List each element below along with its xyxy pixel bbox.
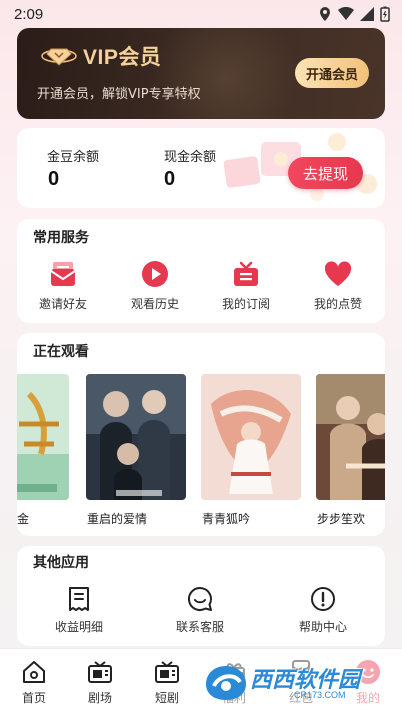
tab-theater[interactable]: 剧场: [72, 659, 128, 706]
play-icon: [142, 261, 168, 287]
vip-diamond-icon: [41, 48, 77, 66]
now-watching: 正在观看 金 重启的爱情 青青狐吟 步步笙欢: [17, 333, 385, 536]
app-label: 联系客服: [175, 620, 224, 634]
app-label: 收益明细: [54, 620, 103, 634]
app-earnings-detail[interactable]: 收益明细: [34, 585, 124, 635]
status-icons: [318, 6, 390, 22]
poster-title: 重启的爱情: [87, 512, 148, 526]
envelope-icon: [50, 262, 76, 286]
tab-label: 短剧: [154, 691, 179, 705]
vip-description: 开通会员，解锁VIP专享特权: [37, 87, 201, 102]
status-time: 2:09: [14, 5, 44, 23]
app-label: 帮助中心: [298, 620, 347, 634]
service-label: 观看历史: [130, 297, 179, 311]
poster-item[interactable]: 青青狐吟: [201, 374, 301, 527]
service-my-subscriptions[interactable]: 我的订阅: [206, 259, 286, 312]
gold-balance-label: 金豆余额: [47, 150, 100, 165]
poster-image: [17, 374, 69, 500]
cash-balance-label: 现金余额: [164, 150, 217, 165]
service-label: 我的点赞: [313, 297, 362, 311]
service-invite-friends[interactable]: 邀请好友: [23, 259, 103, 312]
help-icon: [311, 587, 335, 611]
poster-item[interactable]: 金: [17, 374, 69, 527]
open-vip-button[interactable]: 开通会员: [295, 58, 369, 88]
poster-title: 青青狐吟: [202, 512, 251, 526]
signal-icon: [360, 7, 374, 21]
cash-balance-value: 0: [164, 168, 176, 190]
tab-short-drama[interactable]: 短剧: [139, 659, 195, 706]
poster-image: [201, 374, 301, 500]
section-title: 其他应用: [33, 555, 89, 571]
balance-card: 金豆余额 0 现金余额 0 去提现: [17, 128, 385, 208]
poster-image: [316, 374, 385, 500]
chat-icon: [188, 586, 212, 611]
status-bar: 2:09: [0, 0, 402, 28]
withdraw-button[interactable]: 去提现: [288, 157, 363, 189]
service-label: 我的订阅: [221, 297, 270, 311]
tab-label: 剧场: [87, 691, 112, 705]
poster-row[interactable]: 金 重启的爱情 青青狐吟 步步笙欢: [17, 374, 385, 534]
poster-item[interactable]: 重启的爱情: [86, 374, 186, 527]
service-my-likes[interactable]: 我的点赞: [298, 259, 378, 312]
section-title: 正在观看: [33, 344, 89, 360]
vip-banner[interactable]: VIP会员 开通会员，解锁VIP专享特权 开通会员: [17, 28, 385, 119]
poster-title: 步步笙欢: [317, 512, 366, 526]
gold-balance-value: 0: [48, 168, 60, 190]
service-label: 邀请好友: [38, 297, 87, 311]
subscription-icon: [234, 261, 258, 286]
service-watch-history[interactable]: 观看历史: [115, 259, 195, 312]
location-icon: [320, 7, 330, 21]
common-services: 常用服务 邀请好友 观看历史 我的订阅 我的点赞: [17, 219, 385, 323]
other-apps: 其他应用 收益明细 联系客服 帮助中心: [17, 546, 385, 646]
tab-home[interactable]: 首页: [6, 659, 62, 706]
wifi-icon: [338, 7, 354, 20]
app-help-center[interactable]: 帮助中心: [278, 585, 368, 635]
home-icon: [23, 661, 45, 683]
battery-icon: [380, 6, 390, 22]
heart-icon: [324, 261, 352, 286]
tab-label: 首页: [21, 691, 46, 705]
poster-image: [86, 374, 186, 500]
tv-icon: [155, 661, 179, 683]
vip-title: VIP会员: [83, 46, 162, 69]
poster-title: 金: [17, 512, 30, 526]
watermark-logo-icon: [206, 666, 246, 700]
watermark-url: CR173.COM: [294, 690, 346, 700]
section-title: 常用服务: [33, 230, 89, 246]
tv-icon: [88, 661, 112, 683]
receipt-icon: [69, 587, 89, 611]
watermark: 西西软件园 CR173.COM: [198, 660, 384, 706]
app-customer-service[interactable]: 联系客服: [155, 585, 245, 635]
poster-item[interactable]: 步步笙欢: [316, 374, 385, 527]
